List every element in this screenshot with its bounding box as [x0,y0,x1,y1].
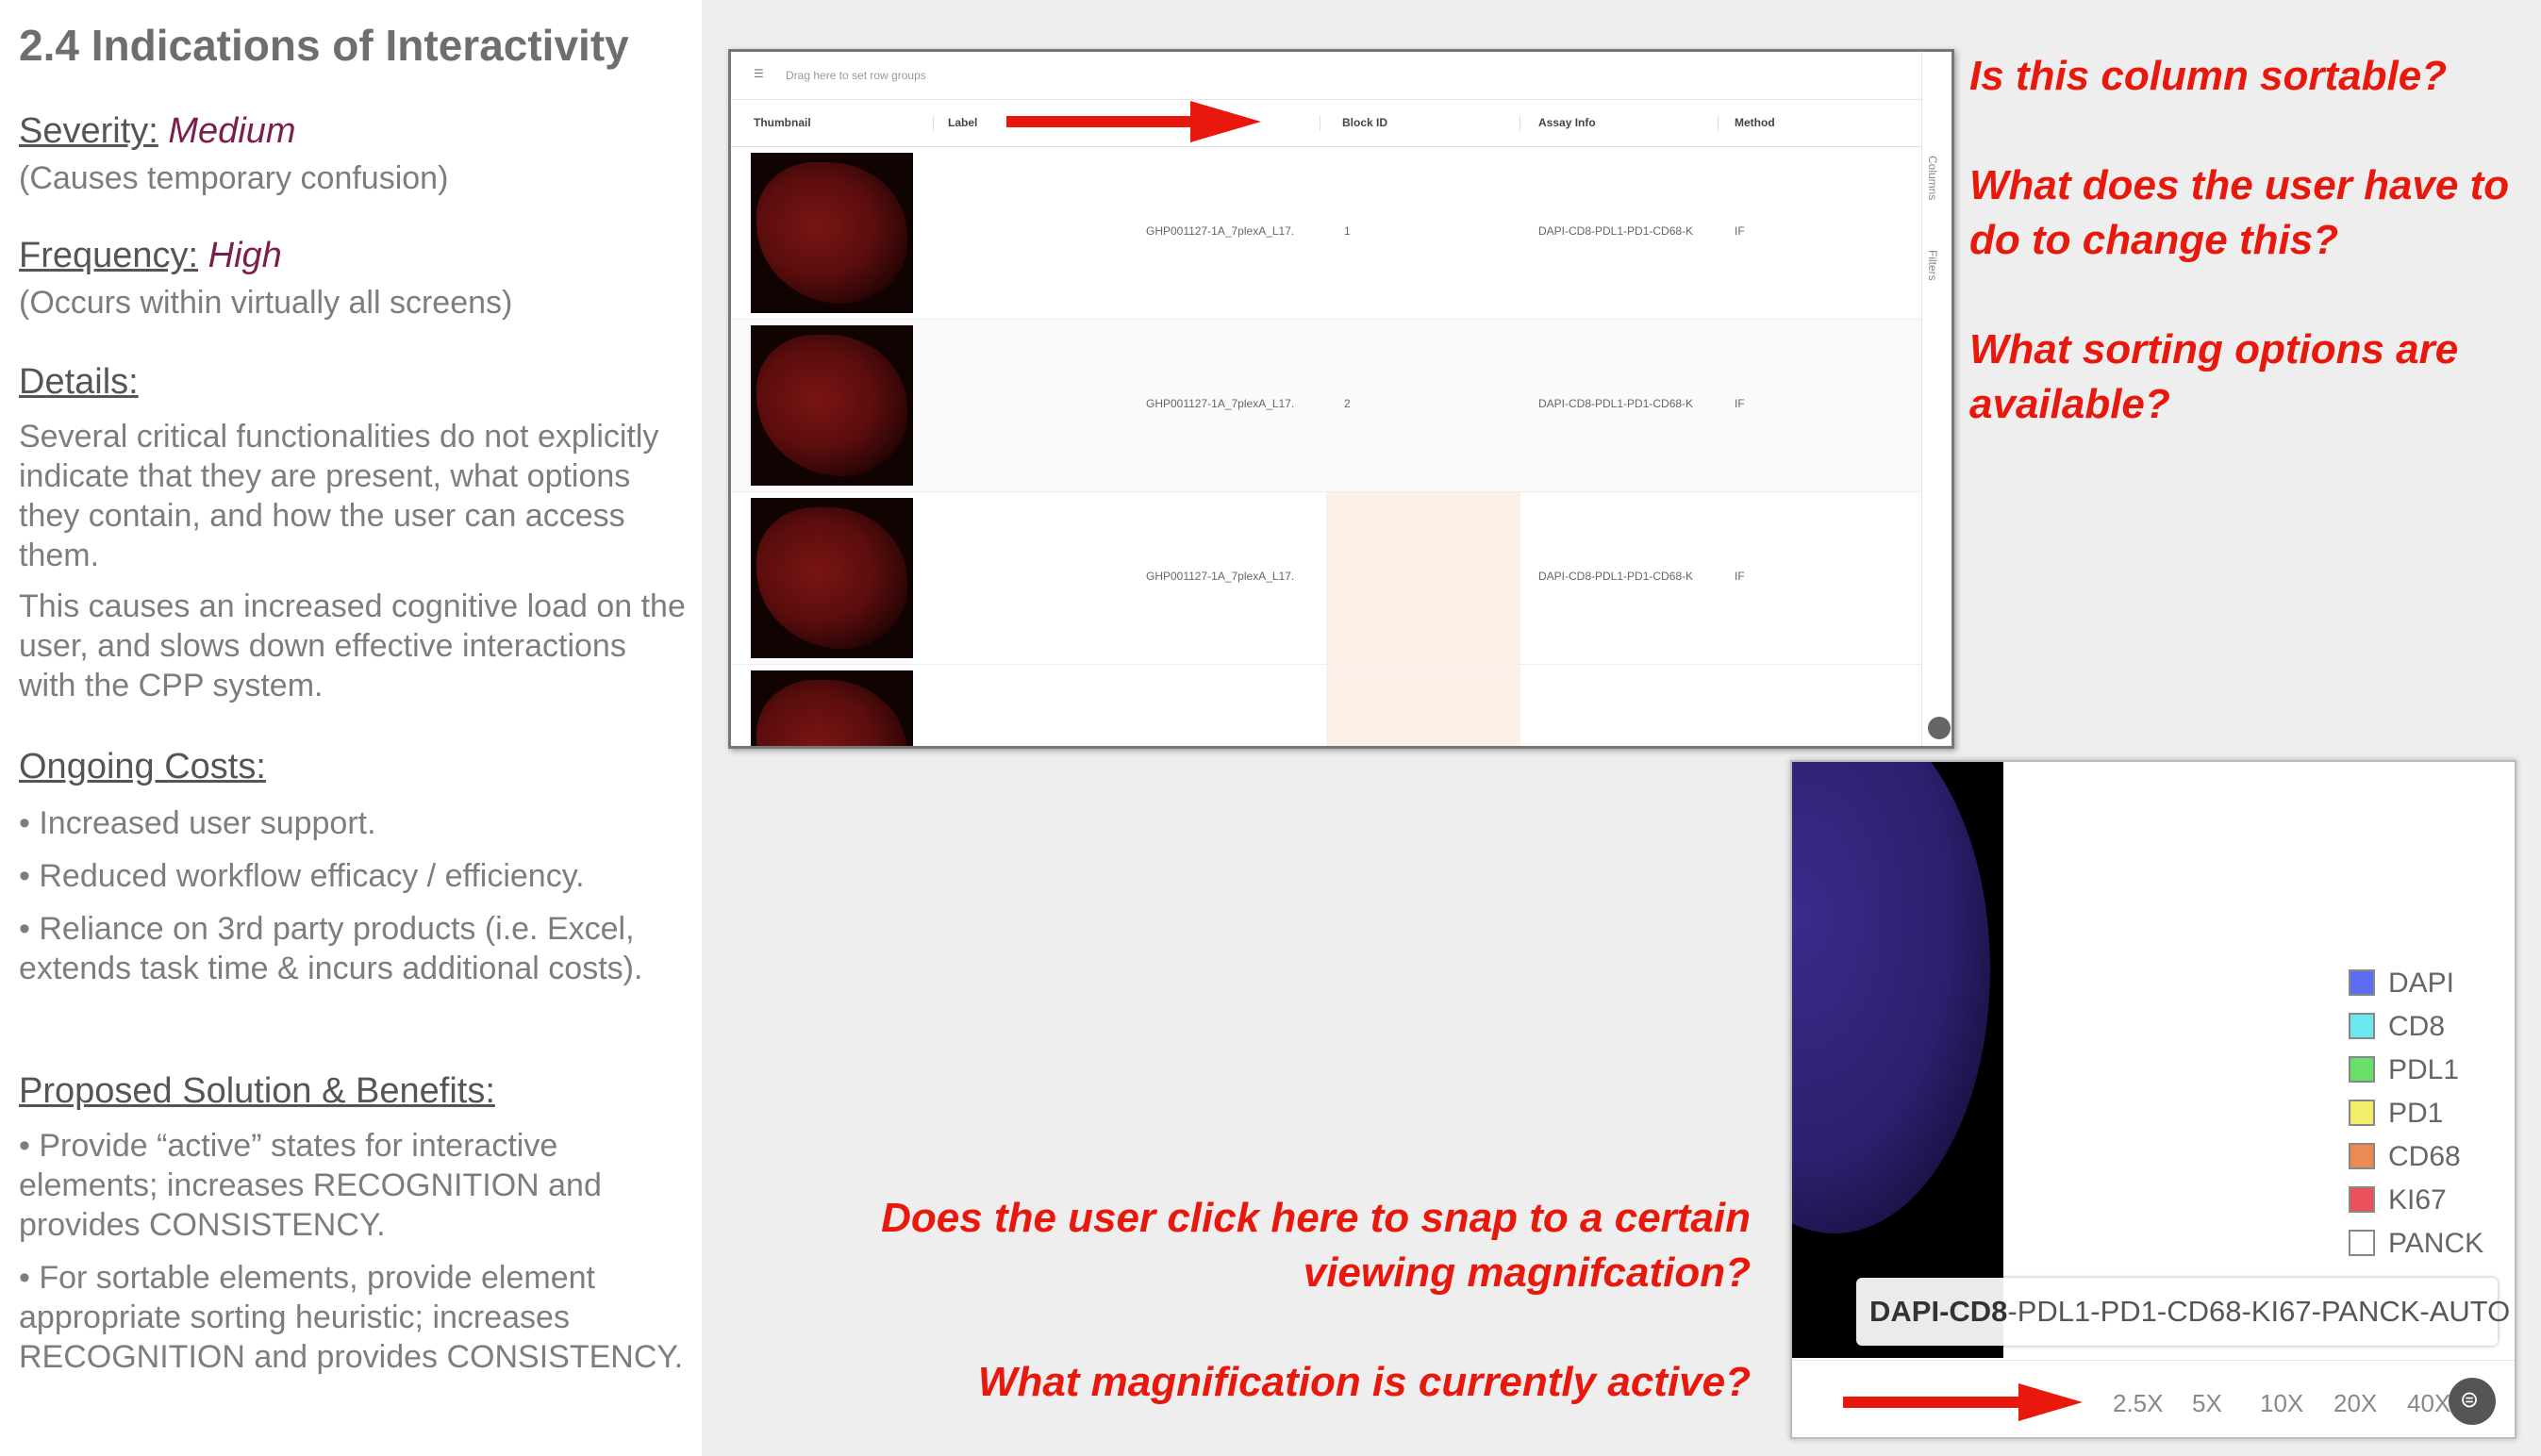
question-sortable: Is this column sortable? [1969,53,2448,99]
details-paragraph-1: Several critical functionalities do not … [19,419,659,573]
cost-item: • Increased user support. [19,805,376,841]
header-thumbnail[interactable]: Thumbnail [754,116,811,129]
row-group-hint: Drag here to set row groups [786,69,926,82]
header-separator [933,116,934,131]
assay-tooltip: DAPI-CD8-PDL1-PD1-CD68-KI67-PANCK-AUTO [1856,1278,2510,1346]
legend-swatch [2349,1100,2375,1126]
frequency-note: (Occurs within virtually all screens) [19,285,513,321]
question-active: What magnification is currently active? [977,1359,1751,1405]
cell-method: IF [1735,570,1745,583]
cost-item: • Reduced workflow efficacy / efficiency… [19,858,585,894]
legend-item[interactable]: PD1 [2347,1092,2507,1135]
thumbnail-image[interactable] [751,498,913,658]
cell-assay: DAPI-CD8-PDL1-PD1-CD68-K [1538,224,1694,238]
table-row[interactable]: GHP001127-1A_7plexA_L17. 1 DAPI-CD8-PDL1… [731,147,1921,320]
cell-method: IF [1735,397,1745,410]
thumbnail-image[interactable] [751,325,913,486]
solution-heading: Proposed Solution & Benefits: [19,1071,495,1111]
table-row[interactable] [731,665,1921,746]
header-block-id[interactable]: Block ID [1342,116,1387,129]
questions-top: Is this column sortable? What does the u… [1969,49,2526,432]
table-screenshot: ☰ Drag here to set row groups Thumbnail … [728,49,1954,749]
legend-swatch [2349,1186,2375,1213]
slide-title: 2.4 Indications of Interactivity [19,21,629,70]
scroll-handle[interactable] [1928,717,1951,739]
legend-swatch [2349,1013,2375,1039]
thumbnail-image[interactable] [751,153,913,313]
legend-item[interactable]: CD8 [2347,1005,2507,1049]
mag-option[interactable]: 2.5X [2113,1389,2164,1418]
cell-assay: DAPI-CD8-PDL1-PD1-CD68-K [1538,397,1694,410]
header-label[interactable]: Label [948,116,977,129]
legend-label: PD1 [2388,1098,2444,1129]
cell-block-id: 1 [1344,224,1351,238]
legend-item[interactable]: DAPI [2347,962,2507,1005]
legend-swatch [2349,1230,2375,1256]
frequency-row: Frequency: High [19,236,689,275]
row-group-icon: ☰ [754,67,764,80]
cell-method: IF [1735,224,1745,238]
cell-label: GHP001127-1A_7plexA_L17. [1146,397,1295,410]
questions-bottom: Does the user click here to snap to a ce… [877,1191,1751,1410]
severity-row: Severity: Medium [19,111,689,151]
row-group-toolbar[interactable]: ☰ Drag here to set row groups [731,52,1921,100]
assay-bold: DAPI-CD8 [1869,1295,2008,1328]
header-method[interactable]: Method [1735,116,1775,129]
cost-item: • Reliance on 3rd party products (i.e. E… [19,911,643,986]
tissue-image[interactable] [1792,762,2003,1358]
columns-tab[interactable]: Columns [1926,156,1939,200]
table-row[interactable]: GHP001127-1A_7plexA_L17. 2 DAPI-CD8-PDL1… [731,320,1921,492]
viewer-screenshot: DAPI CD8 PDL1 PD1 CD68 KI67 PANCK DAPI-C… [1790,760,2516,1439]
legend-label: CD8 [2388,1011,2446,1042]
arrow-icon [1006,101,1261,142]
details-heading: Details: [19,362,139,402]
zoom-menu-icon[interactable]: ⊜ [2449,1378,2496,1425]
question-options: What sorting options are available? [1969,326,2459,427]
cell-label: GHP001127-1A_7plexA_L17. [1146,570,1295,583]
solution-item: • For sortable elements, provide element… [19,1260,684,1375]
thumbnail-image[interactable] [751,670,913,746]
header-assay-info[interactable]: Assay Info [1538,116,1596,129]
arrow-icon [1843,1383,2083,1421]
legend-label: CD68 [2388,1141,2461,1172]
legend-swatch [2349,1143,2375,1169]
legend-item[interactable]: PDL1 [2347,1049,2507,1092]
legend-label: PDL1 [2388,1054,2460,1085]
table-row[interactable]: GHP001127-1A_7plexA_L17. DAPI-CD8-PDL1-P… [731,492,1921,665]
legend-item[interactable]: CD68 [2347,1135,2507,1179]
filters-tab[interactable]: Filters [1926,250,1939,281]
magnification-bar: 2.5X 5X 10X 20X 40X ⊜ [1792,1360,2515,1437]
header-separator [1718,116,1719,131]
mag-option[interactable]: 10X [2260,1389,2303,1418]
legend-item[interactable]: KI67 [2347,1179,2507,1222]
frequency-label: Frequency: [19,236,199,275]
table-header: Thumbnail Label Block ID Assay Info Meth… [731,99,1921,147]
details-paragraph-2: This causes an increased cognitive load … [19,588,686,703]
legend-item[interactable]: PANCK [2347,1222,2507,1266]
mag-option[interactable]: 20X [2333,1389,2377,1418]
legend-swatch [2349,1056,2375,1083]
cell-assay: DAPI-CD8-PDL1-PD1-CD68-K [1538,570,1694,583]
assay-rest: -PDL1-PD1-CD68-KI67-PANCK-AUTO [2007,1295,2511,1328]
question-snap: Does the user click here to snap to a ce… [881,1195,1751,1296]
solution-item: • Provide “active” states for interactiv… [19,1128,602,1243]
side-panel: Columns Filters [1921,52,1951,746]
legend-label: KI67 [2388,1184,2447,1216]
question-change: What does the user have to do to change … [1969,162,2510,263]
cell-block-id: 2 [1344,397,1351,410]
legend-swatch [2349,969,2375,996]
severity-note: (Causes temporary confusion) [19,160,449,196]
cell-label: GHP001127-1A_7plexA_L17. [1146,224,1295,238]
frequency-value: High [208,236,282,275]
mag-option[interactable]: 5X [2192,1389,2222,1418]
mag-option[interactable]: 40X [2407,1389,2450,1418]
legend-label: DAPI [2388,968,2455,999]
legend-label: PANCK [2388,1228,2484,1259]
costs-heading: Ongoing Costs: [19,747,266,786]
severity-label: Severity: [19,111,158,151]
severity-value: Medium [168,111,296,151]
left-text-panel: 2.4 Indications of Interactivity Severit… [0,0,702,1456]
